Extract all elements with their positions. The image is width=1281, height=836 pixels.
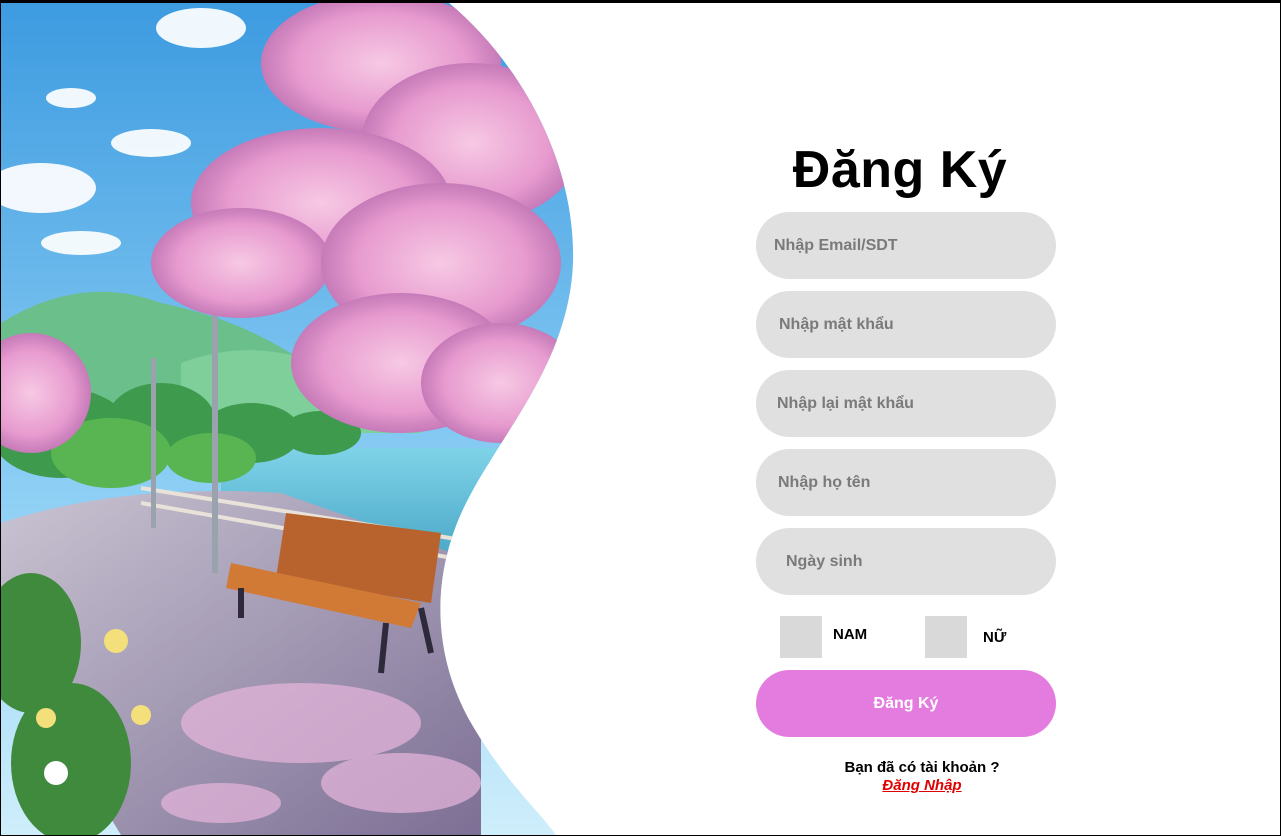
have-account-text: Bạn đã có tài khoản ? (844, 759, 1000, 776)
gender-female-label: NỮ (983, 629, 1007, 646)
email-input[interactable] (756, 212, 1056, 279)
password-input[interactable] (756, 291, 1056, 358)
gender-female-checkbox[interactable] (925, 616, 967, 658)
login-link[interactable]: Đăng Nhập (800, 777, 1044, 794)
fullname-input[interactable] (756, 449, 1056, 516)
birthday-input[interactable] (756, 528, 1056, 595)
page-title: Đăng Ký (792, 141, 1008, 199)
register-button[interactable]: Đăng Ký (756, 670, 1056, 737)
gender-male-label: NAM (833, 626, 868, 643)
confirm-password-input[interactable] (756, 370, 1056, 437)
gender-male-checkbox[interactable] (780, 616, 822, 658)
hero-illustration (1, 3, 581, 835)
